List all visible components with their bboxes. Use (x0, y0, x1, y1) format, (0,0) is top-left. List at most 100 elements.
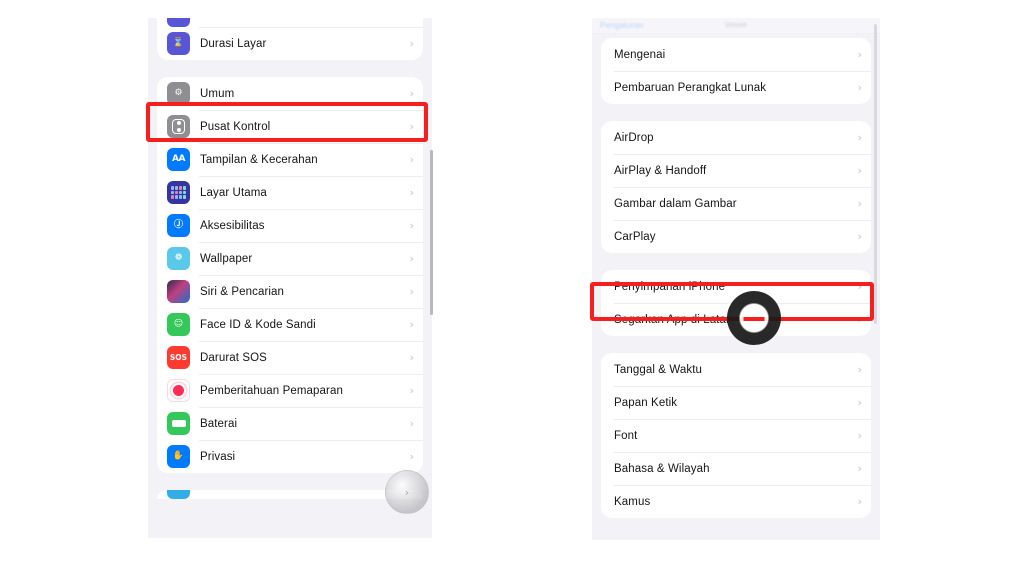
settings-row-pembaruan-perangkat-lunak[interactable]: Pembaruan Perangkat Lunak › (601, 71, 871, 104)
settings-row-label: Kamus (614, 495, 651, 508)
settings-row-label: Gambar dalam Gambar (614, 197, 737, 210)
settings-row-airdrop[interactable]: AirDrop › (601, 121, 871, 154)
accessibility-icon: Ⓙ (167, 214, 190, 237)
chevron-right-icon: › (857, 48, 862, 61)
settings-row-wallpaper[interactable]: ❁ Wallpaper › (157, 242, 423, 275)
chevron-right-icon: › (409, 219, 414, 232)
settings-row-papan-ketik[interactable]: Papan Ketik › (601, 386, 871, 419)
chevron-right-icon: › (857, 280, 862, 293)
settings-row-durasi-layar[interactable]: ⌛ Durasi Layar › (157, 27, 423, 60)
chevron-right-icon: › (409, 417, 414, 430)
settings-row-label: Siri & Pencarian (200, 285, 285, 298)
settings-row-label: Baterai (200, 417, 238, 430)
chevron-right-icon: › (409, 252, 414, 265)
chevron-right-icon: › (857, 230, 862, 243)
settings-row-partial[interactable] (157, 490, 423, 499)
settings-row-privasi[interactable]: ✋ Privasi › (157, 440, 423, 473)
chevron-right-icon: › (857, 131, 862, 144)
chevron-right-icon: › (857, 462, 862, 475)
chevron-right-icon: › (409, 285, 414, 298)
privacy-hand-icon: ✋ (167, 445, 190, 468)
settings-row-siri-pencarian[interactable]: Siri & Pencarian › (157, 275, 423, 308)
settings-row-label: Tampilan & Kecerahan (200, 153, 318, 166)
settings-row-label: Tanggal & Waktu (614, 363, 703, 376)
icon-glyph: ☺ (173, 319, 184, 329)
settings-row-bahasa-wilayah[interactable]: Bahasa & Wilayah › (601, 452, 871, 485)
tap-indicator-ring (727, 291, 781, 345)
settings-row-carplay[interactable]: CarPlay › (601, 220, 871, 253)
settings-row-label: Face ID & Kode Sandi (200, 318, 316, 331)
nav-title: Umum (725, 22, 747, 29)
settings-row-label: Pusat Kontrol (200, 120, 271, 133)
settings-group: Mengenai › Pembaruan Perangkat Lunak › (601, 38, 871, 104)
chevron-right-icon: › (857, 363, 862, 376)
settings-row-layar-utama[interactable]: Layar Utama › (157, 176, 423, 209)
icon-glyph: ❁ (174, 253, 183, 263)
purple-app-icon (167, 18, 190, 27)
blue-app-icon (167, 490, 190, 499)
settings-group: ⌛ Durasi Layar › (157, 18, 423, 60)
right-scrollbar[interactable] (874, 24, 877, 324)
settings-row-label: AirPlay & Handoff (614, 164, 707, 177)
cursor-indicator: › (385, 470, 429, 514)
chevron-right-icon: › (409, 153, 414, 166)
chevron-right-icon: › (409, 37, 414, 50)
settings-row-partial[interactable] (157, 18, 423, 27)
chevron-right-icon: › (857, 81, 862, 94)
settings-row-baterai[interactable]: Baterai › (157, 407, 423, 440)
chevron-right-icon: › (857, 396, 862, 409)
face-id-icon: ☺ (167, 313, 190, 336)
navigation-bar: Pengaturan Umum (592, 18, 880, 34)
settings-row-mengenai[interactable]: Mengenai › (601, 38, 871, 71)
icon-glyph: AA (172, 154, 185, 164)
icon-glyph: ⌛ (172, 38, 185, 48)
settings-row-label: CarPlay (614, 230, 656, 243)
gear-icon: ⚙ (167, 82, 190, 105)
settings-row-pemberitahuan-pemaparan[interactable]: Pemberitahuan Pemaparan › (157, 374, 423, 407)
back-button-label[interactable]: Pengaturan (600, 21, 643, 30)
icon-glyph: SOS (169, 352, 188, 362)
settings-row-airplay-handoff[interactable]: AirPlay & Handoff › (601, 154, 871, 187)
chevron-right-icon: › (409, 351, 414, 364)
chevron-right-icon: › (409, 318, 414, 331)
chevron-right-icon: › (409, 186, 414, 199)
chevron-right-icon: › (409, 87, 414, 100)
settings-row-darurat-sos[interactable]: SOS Darurat SOS › (157, 341, 423, 374)
hourglass-icon: ⌛ (167, 32, 190, 55)
settings-row-tampilan-kecerahan[interactable]: AA Tampilan & Kecerahan › (157, 143, 423, 176)
settings-row-label: Pemberitahuan Pemaparan (200, 384, 343, 397)
chevron-right-icon: › (409, 450, 414, 463)
settings-row-aksesibilitas[interactable]: Ⓙ Aksesibilitas › (157, 209, 423, 242)
settings-row-pusat-kontrol[interactable]: Pusat Kontrol › (157, 110, 423, 143)
settings-row-label: Pembaruan Perangkat Lunak (614, 81, 767, 94)
settings-row-label: Darurat SOS (200, 351, 267, 364)
icon-glyph: ✋ (172, 451, 185, 461)
settings-row-umum[interactable]: ⚙ Umum › (157, 77, 423, 110)
left-scrollbar[interactable] (430, 150, 433, 315)
chevron-right-icon: › (857, 164, 862, 177)
display-brightness-icon: AA (167, 148, 190, 171)
settings-root-group-list: ⌛ Durasi Layar › ⚙ Umum › Pusat Kontrol › AA Tamp… (148, 18, 432, 499)
settings-group: AirDrop › AirPlay & Handoff › Gambar dalam G… (601, 121, 871, 253)
settings-row-tanggal-waktu[interactable]: Tanggal & Waktu › (601, 353, 871, 386)
cursor-chevron-icon: › (404, 485, 410, 499)
settings-row-face-id-kode-sandi[interactable]: ☺ Face ID & Kode Sandi › (157, 308, 423, 341)
left-phone-screen: ⌛ Durasi Layar › ⚙ Umum › Pusat Kontrol › AA Tamp… (148, 18, 432, 538)
chevron-right-icon: › (857, 197, 862, 210)
exposure-burst-glyph (173, 385, 184, 396)
exposure-notification-icon (167, 379, 190, 402)
settings-row-label: Umum (200, 87, 235, 100)
settings-row-label: Font (614, 429, 638, 442)
settings-row-label: Aksesibilitas (200, 219, 265, 232)
settings-row-label: Papan Ketik (614, 396, 678, 409)
control-center-icon (167, 115, 190, 138)
settings-row-font[interactable]: Font › (601, 419, 871, 452)
settings-group: ⚙ Umum › Pusat Kontrol › AA Tampilan & Kecerah… (157, 77, 423, 473)
settings-general-group-list: Mengenai › Pembaruan Perangkat Lunak › AirDr… (592, 18, 880, 518)
chevron-right-icon: › (409, 120, 414, 133)
settings-row-gambar-dalam-gambar[interactable]: Gambar dalam Gambar › (601, 187, 871, 220)
settings-row-kamus[interactable]: Kamus › (601, 485, 871, 518)
settings-row-label: Wallpaper (200, 252, 253, 265)
settings-row-label: Privasi (200, 450, 236, 463)
app-grid-glyph (171, 186, 186, 199)
